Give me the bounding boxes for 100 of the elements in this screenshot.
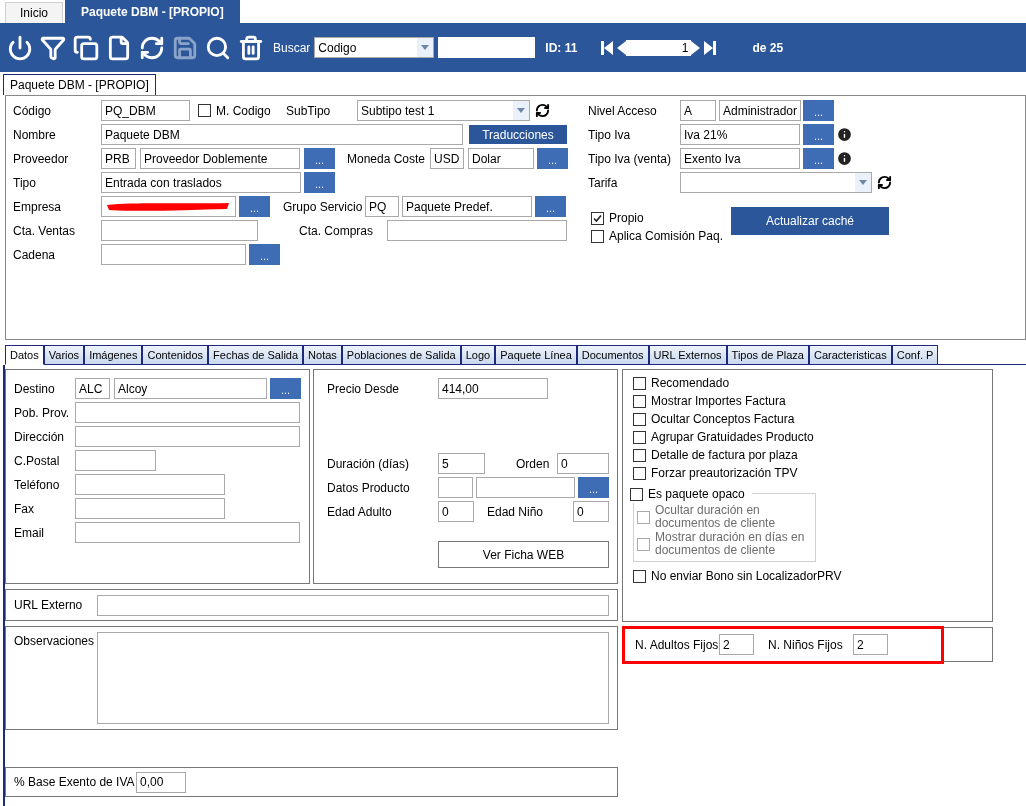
checkbox[interactable]: [633, 412, 646, 426]
input-field[interactable]: A: [680, 100, 716, 121]
checkbox[interactable]: [633, 430, 646, 444]
search-icon[interactable]: [205, 34, 231, 61]
checkbox[interactable]: [633, 466, 646, 480]
checkbox[interactable]: [591, 211, 604, 225]
lookup-button[interactable]: ...: [803, 124, 834, 145]
lookup-button[interactable]: ...: [239, 196, 270, 217]
checkbox[interactable]: [198, 104, 211, 117]
lookup-button[interactable]: ...: [535, 196, 566, 217]
first-record-icon[interactable]: [600, 39, 615, 56]
input-field[interactable]: [476, 477, 575, 498]
observations-field[interactable]: [97, 632, 609, 724]
input-field[interactable]: 2: [853, 634, 888, 655]
input-field[interactable]: Entrada con traslados: [101, 172, 301, 193]
field-label: Nivel Acceso: [588, 102, 658, 120]
input-field[interactable]: 5: [438, 453, 485, 474]
option-label: Ocultar duración en documentos de cliente: [655, 504, 777, 530]
lookup-button[interactable]: ...: [249, 244, 280, 265]
input-field[interactable]: Proveedor Doblemente: [140, 148, 300, 169]
tab[interactable]: Caracteristicas: [808, 345, 892, 365]
dropdown[interactable]: Codigo: [314, 37, 435, 58]
input-field[interactable]: 414,00: [438, 378, 548, 399]
input-field[interactable]: PQ_DBM: [101, 100, 190, 121]
tab[interactable]: Logo: [460, 345, 496, 365]
tab[interactable]: Contenidos: [142, 345, 209, 365]
app-tab[interactable]: Inicio: [5, 2, 63, 23]
trash-icon[interactable]: [238, 34, 264, 61]
translations-button[interactable]: Traducciones: [469, 125, 567, 144]
field-label: Edad Niño: [487, 503, 545, 521]
input-field[interactable]: [387, 220, 567, 241]
input-field[interactable]: [101, 244, 246, 265]
info-icon[interactable]: [836, 150, 853, 167]
lookup-button[interactable]: ...: [803, 100, 834, 121]
filter-icon[interactable]: [40, 34, 66, 61]
input-field[interactable]: 2: [719, 634, 754, 655]
input-field[interactable]: Administrador: [719, 100, 801, 121]
tab[interactable]: Imágenes: [84, 345, 143, 365]
refresh-icon[interactable]: [139, 34, 165, 61]
tab[interactable]: Paquete Línea: [495, 345, 577, 365]
dropdown[interactable]: Subtipo test 1: [357, 100, 530, 121]
input-field[interactable]: [75, 522, 300, 543]
input-field[interactable]: Paquete DBM: [101, 124, 463, 145]
input-field[interactable]: USD: [430, 148, 464, 169]
tab[interactable]: Documentos: [576, 345, 649, 365]
document-tab[interactable]: Paquete DBM - [PROPIO]: [3, 74, 156, 95]
field-label: Fax: [14, 500, 35, 518]
input-field[interactable]: 0,00: [136, 771, 186, 793]
info-icon[interactable]: [836, 126, 853, 143]
checkbox[interactable]: [630, 487, 643, 501]
tab[interactable]: Tipos de Plaza: [726, 345, 809, 365]
checkbox[interactable]: [633, 394, 646, 408]
refresh-icon[interactable]: [877, 175, 892, 190]
input-field[interactable]: ALC: [75, 378, 110, 399]
tab[interactable]: Notas: [303, 345, 342, 365]
input-field[interactable]: PQ: [365, 196, 399, 217]
tab[interactable]: Datos: [5, 345, 44, 365]
lookup-button[interactable]: ...: [270, 378, 301, 399]
input-field[interactable]: Exento Iva: [680, 148, 800, 169]
input-field[interactable]: Paquete Predef.: [402, 196, 532, 217]
lookup-button[interactable]: ...: [304, 148, 335, 169]
input-field[interactable]: [75, 402, 300, 423]
last-record-icon[interactable]: [703, 39, 718, 56]
search-field[interactable]: [438, 37, 536, 58]
input-field[interactable]: Dolar: [468, 148, 534, 169]
checkbox[interactable]: [633, 376, 646, 390]
copy-icon[interactable]: [73, 34, 99, 61]
input-field[interactable]: Alcoy: [114, 378, 267, 399]
input-field[interactable]: [101, 220, 258, 241]
input-field[interactable]: PRB: [101, 148, 136, 169]
field-label: Orden: [516, 455, 551, 473]
input-field[interactable]: [101, 196, 236, 217]
refresh-icon[interactable]: [535, 103, 550, 118]
checkbox[interactable]: [633, 448, 646, 462]
tab[interactable]: Fechas de Salida: [208, 345, 304, 365]
app-tab[interactable]: Paquete DBM - [PROPIO]: [65, 0, 240, 23]
power-icon[interactable]: [7, 34, 33, 61]
input-field[interactable]: [75, 426, 300, 447]
lookup-button[interactable]: ...: [803, 148, 834, 169]
input-field[interactable]: [75, 498, 225, 519]
web-sheet-button[interactable]: Ver Ficha WEB: [438, 541, 609, 568]
refresh-cache-button[interactable]: Actualizar caché: [731, 207, 889, 235]
tab[interactable]: URL Externos: [648, 345, 727, 365]
checkbox[interactable]: [591, 229, 604, 243]
lookup-button[interactable]: ...: [578, 477, 609, 498]
tab[interactable]: Conf. P: [891, 345, 939, 365]
input-field[interactable]: [438, 477, 473, 498]
input-field[interactable]: 0: [438, 501, 474, 522]
input-field[interactable]: [75, 450, 156, 471]
input-field[interactable]: [75, 474, 225, 495]
lookup-button[interactable]: ...: [537, 148, 568, 169]
input-field[interactable]: 0: [573, 501, 609, 522]
lookup-button[interactable]: ...: [304, 172, 335, 193]
tab[interactable]: Poblaciones de Salida: [341, 345, 461, 365]
tab[interactable]: Varios: [43, 345, 85, 365]
input-field[interactable]: [97, 594, 609, 616]
document-icon[interactable]: [106, 34, 132, 61]
input-field[interactable]: Iva 21%: [680, 124, 800, 145]
checkbox[interactable]: [633, 569, 646, 583]
input-field[interactable]: 0: [557, 453, 609, 474]
